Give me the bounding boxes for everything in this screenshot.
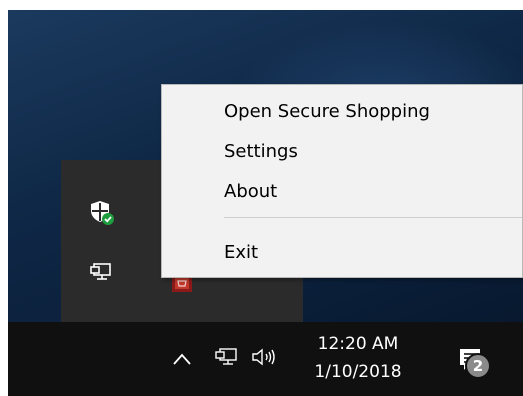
- action-center-icon[interactable]: 2: [457, 346, 491, 379]
- taskbar: 12:20 AM 1/10/2018 2: [8, 322, 523, 396]
- menu-separator: [224, 217, 522, 218]
- taskbar-clock[interactable]: 12:20 AM 1/10/2018: [314, 330, 402, 386]
- menu-item-open-secure-shopping[interactable]: Open Secure Shopping: [162, 93, 522, 129]
- menu-item-settings[interactable]: Settings: [162, 133, 522, 169]
- network-icon[interactable]: [212, 342, 240, 372]
- clock-time: 12:20 AM: [317, 334, 399, 354]
- volume-icon[interactable]: [248, 342, 282, 372]
- windows-defender-shield-icon[interactable]: [87, 198, 115, 226]
- context-menu: Open Secure Shopping Settings About Exit: [161, 84, 523, 278]
- menu-item-exit[interactable]: Exit: [162, 234, 522, 270]
- chevron-up-icon[interactable]: [170, 344, 194, 374]
- menu-item-about[interactable]: About: [162, 173, 522, 209]
- clock-date: 1/10/2018: [314, 362, 402, 382]
- screen: Open Secure Shopping Settings About Exit: [0, 0, 523, 396]
- notification-count-badge: 2: [465, 353, 491, 379]
- network-icon[interactable]: [87, 258, 115, 286]
